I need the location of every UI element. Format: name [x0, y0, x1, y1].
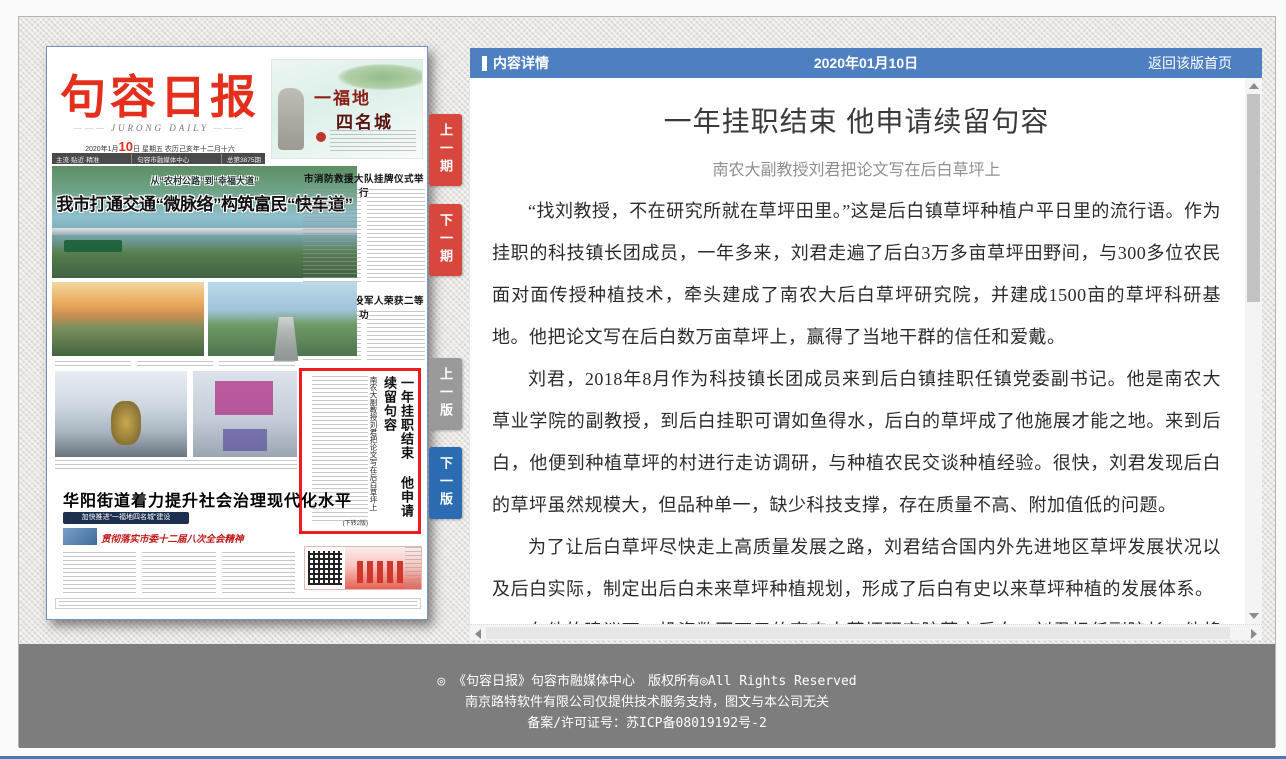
date-day: 10	[119, 139, 133, 154]
newspaper-thumbnail[interactable]: 句容日报 JURONG DAILY 2020年1月10日 星期五 农历己亥年十二…	[46, 46, 428, 620]
newspaper-masthead-english: JURONG DAILY	[65, 123, 255, 133]
article-paragraph: “找刘教授，不在研究所就在草坪田里。”这是后白镇草坪种植户平日里的流行语。作为挂…	[492, 190, 1221, 358]
prev-page-button[interactable]: 上一版	[429, 358, 462, 430]
snow-scene-photo-2	[193, 371, 297, 457]
ad-statue-graphic	[278, 88, 304, 150]
snow-scene-photo-1	[55, 371, 187, 457]
highlight-article-subtitle: 南农大副教授刘君把论文写在后白草坪上	[368, 376, 379, 528]
text-sim	[137, 361, 213, 367]
newspaper-masthead-title: 句容日报	[55, 61, 265, 127]
scroll-down-arrow-icon[interactable]	[1249, 613, 1259, 619]
reader-header-date: 2020年01月10日	[470, 48, 1262, 78]
ad-fine-print-sim	[330, 130, 416, 154]
footer-tech-support: 南京路特软件有限公司仅提供技术服务支持，图文与本公司无关	[19, 692, 1275, 713]
text-sim	[367, 311, 425, 361]
bottom-headline[interactable]: 华阳街道着力提升社会治理现代化水平	[63, 487, 353, 511]
page: ◎ 《句容日报》句容市融媒体中心 版权所有◎All Rights Reserve…	[0, 0, 1286, 759]
sunset-landscape-photo	[52, 282, 204, 356]
photo-caption-tag	[64, 240, 122, 252]
text-sim	[367, 189, 425, 285]
vertical-scroll-thumb[interactable]	[1247, 94, 1260, 302]
page-footer: ◎ 《句容日报》句容市融媒体中心 版权所有◎All Rights Reserve…	[19, 644, 1275, 748]
text-sim	[303, 189, 361, 285]
text-sim	[142, 552, 215, 594]
newspaper-slogan-bar: 主流·贴近·精准 句容市融媒体中心 总第3875期	[52, 153, 265, 164]
text-sim	[59, 601, 417, 606]
horizontal-scrollbar[interactable]	[470, 624, 1262, 640]
snow-caption-sim	[55, 460, 297, 470]
publisher-info-bar	[55, 598, 421, 609]
article-body: “找刘教授，不在研究所就在草坪田里。”这是后白镇草坪种植户平日里的流行语。作为挂…	[492, 190, 1221, 624]
credits-sim	[405, 547, 421, 591]
country-road-photo	[208, 282, 357, 356]
reader-header: 内容详情 2020年01月10日 返回该版首页	[470, 48, 1262, 78]
article-reader-panel: 内容详情 2020年01月10日 返回该版首页 一年挂职结束 他申请续留句容 南…	[470, 48, 1262, 640]
article-content: 一年挂职结束 他申请续留句容 南农大副教授刘君把论文写在后白草坪上 “找刘教授，…	[470, 78, 1245, 624]
text-sim	[222, 552, 295, 594]
footer-icp-license: 备案/许可证号：苏ICP备08019192号-2	[19, 713, 1275, 734]
scroll-up-arrow-icon[interactable]	[1249, 83, 1259, 89]
vertical-scrollbar[interactable]	[1245, 78, 1262, 624]
bottom-small-photo	[63, 528, 97, 545]
text-sim	[55, 361, 131, 367]
text-sim	[63, 552, 136, 594]
photo-caption-sim	[55, 361, 295, 367]
masthead-ad-banner: 一福地 四名城	[271, 59, 423, 159]
article-paragraph: 刘君，2018年8月作为科技镇长团成员来到后白镇挂职任镇党委副书记。他是南农大草…	[492, 358, 1221, 526]
footer-copyright: ◎ 《句容日报》句容市融媒体中心 版权所有◎All Rights Reserve…	[19, 671, 1275, 692]
article-paragraph: 为了让后白草坪尽快走上高质量发展之路，刘君结合国内外先进地区草坪发展状况以及后白…	[492, 526, 1221, 610]
horizontal-scroll-thumb[interactable]	[486, 627, 1230, 639]
scroll-right-arrow-icon[interactable]	[1251, 629, 1257, 639]
article-paragraph: 在他的建议下，投资数百万元的南农大草坪研究院落户后白，刘君担任副院长。他将研究院…	[492, 610, 1221, 624]
ad-slogan-line1: 一福地	[314, 84, 371, 109]
qr-code	[308, 551, 342, 585]
bottom-subhead-1: 加快推进“一福地四名城”建设	[63, 512, 189, 524]
highlight-article-title: 一年挂职结束 他申请续留句容	[381, 376, 415, 526]
next-issue-button[interactable]: 下一期	[429, 204, 462, 276]
article-subtitle: 南农大副教授刘君把论文写在后白草坪上	[492, 156, 1221, 180]
slogan-text: 主流·贴近·精准	[56, 154, 99, 164]
back-to-page-link[interactable]: 返回该版首页	[1148, 48, 1232, 78]
date-prefix: 2020年1月	[85, 146, 118, 153]
organizer-text: 句容市融媒体中心	[131, 154, 189, 164]
scroll-left-arrow-icon[interactable]	[475, 629, 481, 639]
next-page-button[interactable]: 下一版	[429, 447, 462, 519]
newspaper-date-line: 2020年1月10日 星期五 农历己亥年十二月十六	[55, 139, 265, 154]
ad-seal-graphic	[316, 132, 326, 142]
prev-issue-button[interactable]: 上一期	[429, 114, 462, 186]
text-sim	[219, 361, 295, 367]
right-column-text-sim	[303, 189, 425, 285]
article-title: 一年挂职结束 他申请续留句容	[492, 100, 1221, 140]
issue-number: 总第3875期	[221, 154, 261, 164]
jump-to-page-note: (下转2版)	[343, 518, 368, 527]
date-suffix: 日 星期五 农历己亥年十二月十六	[133, 146, 235, 153]
bottom-text-sim	[63, 552, 295, 594]
bottom-subhead-2: 贯彻落实市委十二届八次全会精神	[101, 531, 331, 545]
